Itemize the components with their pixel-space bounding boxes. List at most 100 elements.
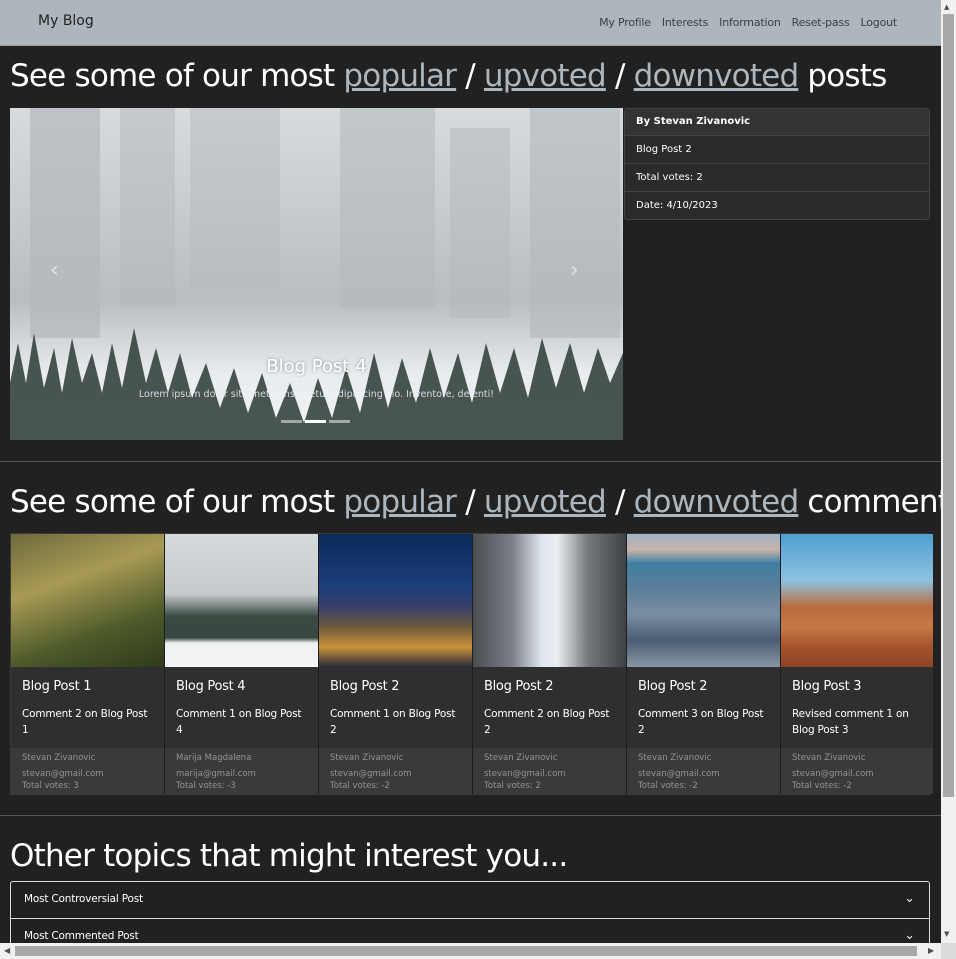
scroll-right-icon[interactable]: ▶ <box>928 946 934 955</box>
card-image-city-night <box>319 534 472 667</box>
brand-link[interactable]: My Blog <box>38 13 94 29</box>
card-image-desert <box>781 534 933 667</box>
posts-heading-suffix: posts <box>807 58 887 94</box>
comment-card[interactable]: Blog Post 2 Comment 3 on Blog Post 2 Ste… <box>627 534 781 794</box>
popular-comments-link[interactable]: popular <box>343 484 457 520</box>
card-post-title: Blog Post 4 <box>176 679 246 694</box>
card-post-title: Blog Post 3 <box>792 679 862 694</box>
card-author: Stevan Zivanovic <box>22 753 96 763</box>
card-image-mountains <box>11 534 164 667</box>
card-votes: Total votes: -2 <box>330 781 390 791</box>
accordion-item-label: Most Commented Post <box>24 930 139 942</box>
divider <box>0 815 941 816</box>
card-votes: Total votes: 3 <box>22 781 79 791</box>
comment-card[interactable]: Blog Post 2 Comment 2 on Blog Post 2 Ste… <box>473 534 627 794</box>
card-post-title: Blog Post 1 <box>22 679 92 694</box>
post-title: Blog Post 2 <box>625 135 929 163</box>
comment-card[interactable]: Blog Post 2 Comment 1 on Blog Post 2 Ste… <box>319 534 473 794</box>
post-author: By Stevan Zivanovic <box>625 109 929 135</box>
nav-logout[interactable]: Logout <box>861 16 898 29</box>
carousel-caption-text: Lorem ipsum dolor sit amet consectetur a… <box>138 389 495 400</box>
card-comment-text: Revised comment 1 on Blog Post 3 <box>792 708 909 736</box>
comment-cards: Blog Post 1 Comment 2 on Blog Post 1 Ste… <box>10 533 933 795</box>
nav-information[interactable]: Information <box>719 16 781 29</box>
card-footer: Stevan Zivanovic stevan@gmail.com Total … <box>627 748 780 794</box>
card-comment-text: Comment 1 on Blog Post 4 <box>176 708 302 736</box>
post-date: Date: 4/10/2023 <box>625 191 929 219</box>
downvoted-comments-link[interactable]: downvoted <box>634 484 799 520</box>
card-email: stevan@gmail.com <box>330 769 412 779</box>
horizontal-scroll-thumb[interactable] <box>15 946 917 956</box>
carousel-indicators <box>281 420 350 423</box>
separator: / <box>465 484 475 520</box>
card-image-city-street <box>473 534 626 667</box>
separator: / <box>465 58 475 94</box>
card-author: Marija Magdalena <box>176 753 252 763</box>
posts-heading-prefix: See some of our most <box>10 58 335 94</box>
upvoted-posts-link[interactable]: upvoted <box>484 58 607 94</box>
horizontal-scrollbar[interactable]: ◀ ▶ <box>0 943 941 959</box>
scroll-down-icon[interactable]: ▼ <box>944 930 949 938</box>
card-comment-text: Comment 1 on Blog Post 2 <box>330 708 456 736</box>
card-footer: Stevan Zivanovic stevan@gmail.com Total … <box>473 748 626 794</box>
card-author: Stevan Zivanovic <box>484 753 558 763</box>
popular-posts-link[interactable]: popular <box>343 58 457 94</box>
card-image-snow-forest <box>165 534 318 667</box>
card-author: Stevan Zivanovic <box>792 753 866 763</box>
scrollbar-corner <box>941 943 956 959</box>
card-comment-text: Comment 3 on Blog Post 2 <box>638 708 764 736</box>
carousel-prev-icon[interactable]: ‹ <box>50 258 59 283</box>
chevron-down-icon: ⌄ <box>904 891 915 906</box>
comment-card[interactable]: Blog Post 3 Revised comment 1 on Blog Po… <box>781 534 933 794</box>
carousel-indicator-active[interactable] <box>305 420 326 423</box>
upvoted-comments-link[interactable]: upvoted <box>484 484 607 520</box>
scroll-left-icon[interactable]: ◀ <box>4 946 10 955</box>
carousel-next-icon[interactable]: › <box>570 258 579 283</box>
nav-interests[interactable]: Interests <box>662 16 709 29</box>
navbar: My Blog My Profile Interests Information… <box>0 0 941 46</box>
nav-my-profile[interactable]: My Profile <box>599 16 651 29</box>
comment-card[interactable]: Blog Post 4 Comment 1 on Blog Post 4 Mar… <box>165 534 319 794</box>
separator: / <box>614 484 625 520</box>
card-image-city-aerial <box>627 534 780 667</box>
card-votes: Total votes: -2 <box>792 781 852 791</box>
separator: / <box>614 58 625 94</box>
card-comment-text: Comment 2 on Blog Post 1 <box>22 708 148 736</box>
vertical-scrollbar[interactable]: ▲ ▼ <box>941 0 956 943</box>
card-footer: Stevan Zivanovic stevan@gmail.com Total … <box>781 748 933 794</box>
card-email: stevan@gmail.com <box>22 769 104 779</box>
card-footer: Marija Magdalena marija@gmail.com Total … <box>165 748 318 794</box>
downvoted-posts-link[interactable]: downvoted <box>634 58 799 94</box>
divider <box>0 461 941 462</box>
card-votes: Total votes: -3 <box>176 781 236 791</box>
accordion-item-controversial[interactable]: Most Controversial Post ⌄ <box>11 882 929 918</box>
card-email: stevan@gmail.com <box>638 769 720 779</box>
card-email: stevan@gmail.com <box>484 769 566 779</box>
scroll-up-icon[interactable]: ▲ <box>944 3 949 11</box>
comment-card[interactable]: Blog Post 1 Comment 2 on Blog Post 1 Ste… <box>11 534 165 794</box>
post-info-list: By Stevan Zivanovic Blog Post 2 Total vo… <box>624 108 930 220</box>
card-post-title: Blog Post 2 <box>330 679 400 694</box>
card-email: stevan@gmail.com <box>792 769 874 779</box>
card-email: marija@gmail.com <box>176 769 256 779</box>
card-comment-text: Comment 2 on Blog Post 2 <box>484 708 610 736</box>
nav-links: My Profile Interests Information Reset-p… <box>599 16 897 29</box>
carousel-indicator[interactable] <box>281 420 302 423</box>
accordion-item-label: Most Controversial Post <box>24 893 143 905</box>
carousel-caption-title: Blog Post 4 <box>266 356 367 377</box>
post-carousel[interactable]: ‹ › Blog Post 4 Lorem ipsum dolor sit am… <box>10 108 623 440</box>
card-votes: Total votes: 2 <box>484 781 541 791</box>
comments-heading: See some of our most popular / upvoted /… <box>10 484 956 520</box>
carousel-indicator[interactable] <box>329 420 350 423</box>
vertical-scroll-thumb[interactable] <box>943 14 954 797</box>
card-footer: Stevan Zivanovic stevan@gmail.com Total … <box>319 748 472 794</box>
card-author: Stevan Zivanovic <box>638 753 712 763</box>
post-votes: Total votes: 2 <box>625 163 929 191</box>
chevron-down-icon: ⌄ <box>904 928 915 943</box>
comments-heading-suffix: comments <box>807 484 956 520</box>
comments-heading-prefix: See some of our most <box>10 484 335 520</box>
topics-heading: Other topics that might interest you... <box>10 838 568 874</box>
posts-heading: See some of our most popular / upvoted /… <box>10 58 887 94</box>
nav-reset-pass[interactable]: Reset-pass <box>792 16 850 29</box>
card-post-title: Blog Post 2 <box>484 679 554 694</box>
